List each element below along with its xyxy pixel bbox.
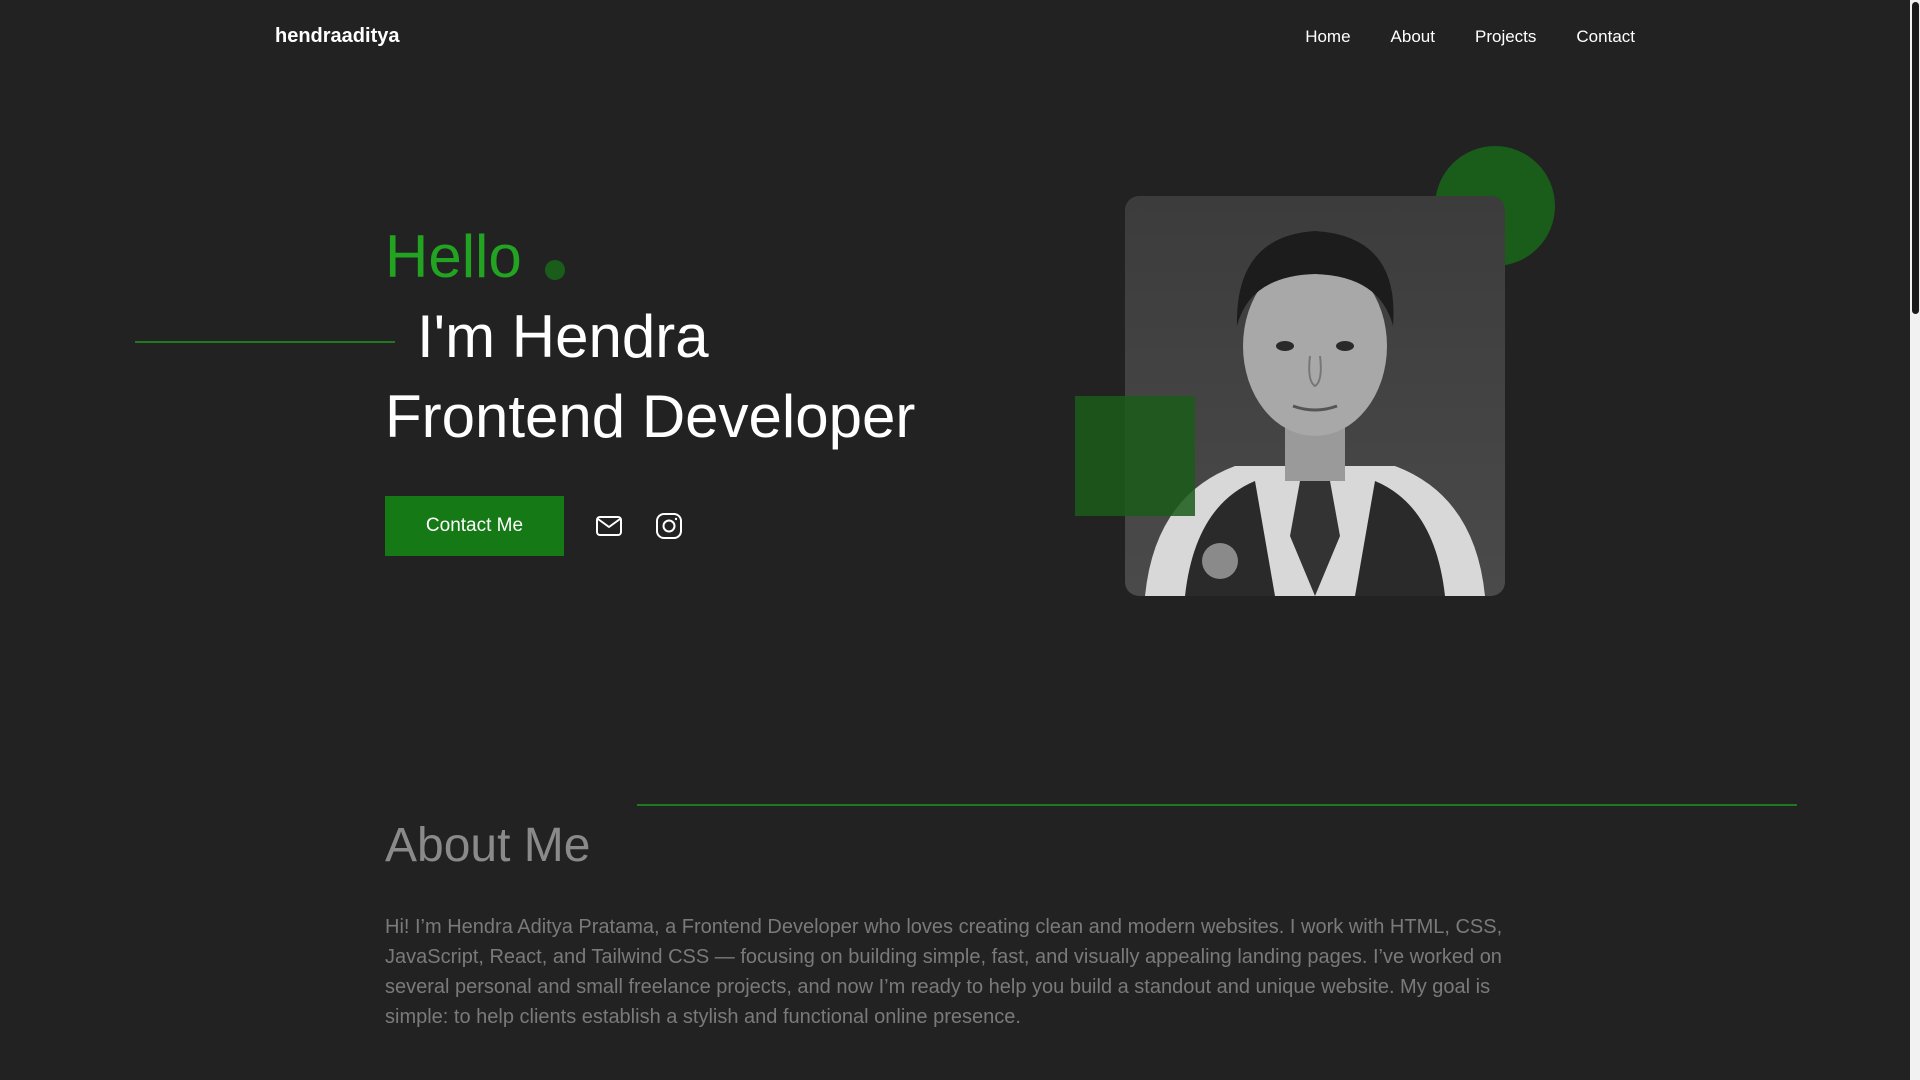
page: hendraaditya Home About Projects Contact… <box>0 0 1920 1080</box>
scrollbar-thumb[interactable] <box>1912 2 1919 314</box>
nav-contact-link[interactable]: Contact <box>1576 27 1635 47</box>
hero-greeting: Hello <box>385 223 522 290</box>
site-logo[interactable]: hendraaditya <box>275 25 399 48</box>
nav-about-link[interactable]: About <box>1391 27 1435 47</box>
main-nav: Home About Projects Contact <box>1305 27 1635 47</box>
about-text: Hi! I’m Hendra Aditya Pratama, a Fronten… <box>385 916 1503 1028</box>
hero-role: Frontend Developer <box>385 383 916 450</box>
instagram-icon[interactable] <box>655 512 683 540</box>
mail-icon[interactable] <box>595 512 623 540</box>
hero-divider <box>135 341 395 343</box>
about-divider <box>637 804 1797 806</box>
scrollbar-track[interactable] <box>1910 0 1920 1080</box>
about-title: About Me <box>385 819 591 872</box>
nav-home-link[interactable]: Home <box>1305 27 1350 47</box>
decorative-square <box>1075 396 1195 516</box>
nav-projects-link[interactable]: Projects <box>1475 27 1536 47</box>
hero-name: I'm Hendra <box>417 303 709 370</box>
contact-me-button[interactable]: Contact Me <box>385 496 564 556</box>
greeting-dot <box>545 260 565 280</box>
